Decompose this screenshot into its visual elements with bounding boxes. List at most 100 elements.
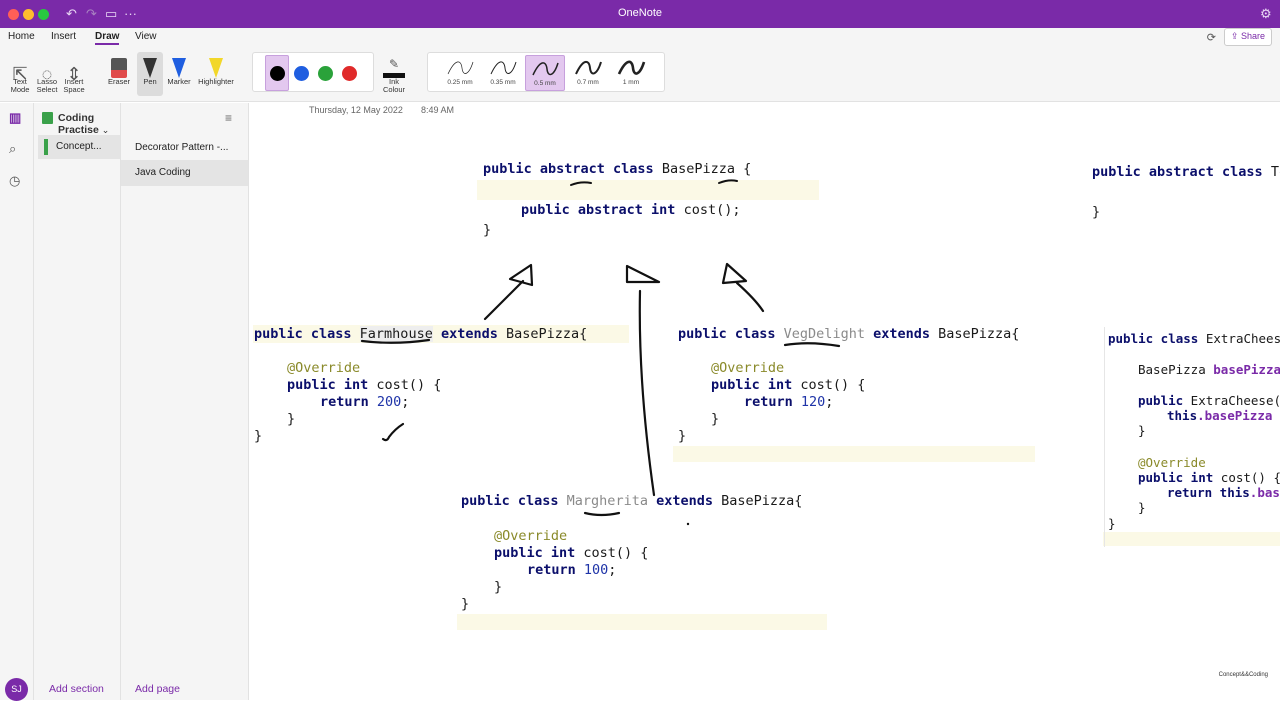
code-line: return this.base [1167, 485, 1280, 500]
section-color-marker [44, 139, 48, 155]
search-icon[interactable]: ⌕ [9, 141, 16, 157]
sync-icon[interactable]: ⟳ [1207, 31, 1216, 44]
code-line: } [678, 428, 687, 444]
stroke-sample-icon [532, 62, 559, 76]
code-line: } [461, 596, 470, 612]
code-keyword: extends [432, 326, 506, 342]
navigation-rail: ▥ ⌕ ◷ [0, 103, 34, 700]
code-line: return 120; [744, 394, 833, 410]
ink-color-palette [252, 52, 374, 92]
thickness-label: 0.25 mm [447, 79, 473, 86]
ink-arrow-line [638, 289, 656, 497]
text-mode-icon: ⇱ [12, 64, 28, 84]
highlight-band [457, 614, 827, 630]
code-field: .basePizza = [1197, 408, 1280, 423]
chevron-down-icon: ⌄ [101, 125, 110, 135]
code-class-name: ExtraChees [1198, 331, 1280, 346]
code-keyword: public int [1138, 470, 1214, 485]
highlighter-label: Highlighter [198, 77, 234, 86]
code-line: public int cost() { [711, 377, 865, 393]
watermark: Concept&&Coding [1218, 672, 1268, 678]
page-item-java-coding[interactable]: Java Coding [121, 160, 248, 186]
code-text: { [734, 161, 752, 177]
add-page-button[interactable]: Add page [135, 683, 180, 695]
code-keyword: return [320, 394, 377, 410]
stroke-sample-icon [575, 60, 602, 75]
insert-space-label: Insert Space [63, 77, 85, 94]
insert-space-button[interactable]: ⇕ Insert Space [60, 52, 88, 94]
thickness-0-5[interactable]: 0.5 mm [525, 55, 565, 91]
code-line: } [483, 222, 492, 238]
color-black-swatch[interactable] [270, 66, 285, 81]
highlight-band [1103, 532, 1280, 546]
pen-icon [137, 52, 163, 78]
notebook-name[interactable]: Coding Practise ⌄ [58, 112, 120, 136]
highlighter-icon [195, 52, 237, 78]
code-line: return 200; [320, 394, 409, 410]
code-field: .base [1249, 485, 1280, 500]
code-text: cost(); [675, 202, 741, 218]
tab-view[interactable]: View [135, 31, 157, 42]
code-line: } [287, 411, 296, 427]
highlighter-button[interactable]: Highlighter [195, 52, 237, 86]
code-line: public class Farmhouse extends BasePizza… [254, 326, 587, 342]
section-item-concept[interactable]: Concept... [38, 135, 120, 159]
code-line: public int cost() { [1138, 470, 1280, 485]
thickness-0-35[interactable]: 0.35 mm [483, 55, 523, 91]
code-text: BasePizza{ [938, 326, 1020, 342]
ink-arrow-line [735, 281, 765, 313]
profile-icon[interactable]: ⚙ [1260, 6, 1272, 22]
tab-draw[interactable]: Draw [95, 31, 120, 45]
thickness-0-25[interactable]: 0.25 mm [440, 55, 480, 91]
page-item-label: Java Coding [135, 167, 191, 178]
code-keyword: return [744, 394, 801, 410]
code-line: public class ExtraChees [1108, 331, 1280, 346]
code-annotation: @Override [287, 360, 361, 376]
color-blue-swatch[interactable] [294, 66, 309, 81]
code-line: } [1138, 423, 1146, 438]
page-canvas[interactable]: Thursday, 12 May 2022 8:49 AM public abs… [249, 103, 1280, 700]
marker-button[interactable]: Marker [165, 52, 193, 86]
title-bar: ↶ ↷ ▭ ··· OneNote ⚙ [0, 0, 1280, 28]
code-text: ; [825, 394, 834, 410]
tab-home[interactable]: Home [8, 31, 35, 42]
ink-arrowhead [721, 262, 748, 285]
pen-label: Pen [143, 77, 157, 86]
ink-colour-button[interactable]: ✎ Ink Colour [376, 52, 412, 94]
eraser-button[interactable]: Eraser [103, 52, 135, 86]
notebook-icon [42, 112, 53, 124]
recent-icon[interactable]: ◷ [9, 173, 20, 189]
pages-pane: ≡ Decorator Pattern -... Java Coding [121, 103, 249, 700]
thickness-1[interactable]: 1 mm [611, 55, 651, 91]
add-section-button[interactable]: Add section [49, 683, 104, 695]
code-keyword: public class [254, 326, 360, 342]
notebook-name-label: Coding Practise [58, 112, 99, 136]
pen-button[interactable]: Pen [137, 52, 163, 96]
page-item-label: Decorator Pattern -... [135, 142, 229, 153]
code-line: return 100; [527, 562, 616, 578]
text-mode-button[interactable]: ⇱ Text Mode [6, 52, 34, 94]
page-item-decorator-pattern[interactable]: Decorator Pattern -... [121, 135, 248, 161]
highlight-band [477, 180, 819, 200]
tab-insert[interactable]: Insert [51, 31, 76, 42]
code-line: public int cost() { [287, 377, 441, 393]
avatar[interactable]: SJ [5, 678, 28, 701]
code-line: } [494, 579, 503, 595]
code-keyword: public abstract class [483, 161, 654, 177]
code-text: ; [401, 394, 410, 410]
code-line: public abstract class BasePizza { [483, 161, 751, 177]
eraser-label: Eraser [107, 77, 131, 86]
sort-icon[interactable]: ≡ [225, 111, 232, 125]
color-green-swatch[interactable] [318, 66, 333, 81]
share-button[interactable]: ⇪ Share [1223, 28, 1272, 46]
color-red-swatch[interactable] [342, 66, 357, 81]
code-number: 200 [376, 394, 402, 410]
code-keyword: public [1138, 393, 1184, 408]
notebooks-icon[interactable]: ▥ [9, 110, 21, 126]
code-line: public class VegDelight extends BasePizz… [678, 326, 1019, 342]
code-line: } [1138, 500, 1146, 515]
thickness-0-7[interactable]: 0.7 mm [568, 55, 608, 91]
sections-pane: Coding Practise ⌄ Concept... [34, 103, 121, 700]
lasso-select-button[interactable]: ◌ Lasso Select [34, 52, 60, 94]
stroke-sample-icon [617, 60, 646, 75]
